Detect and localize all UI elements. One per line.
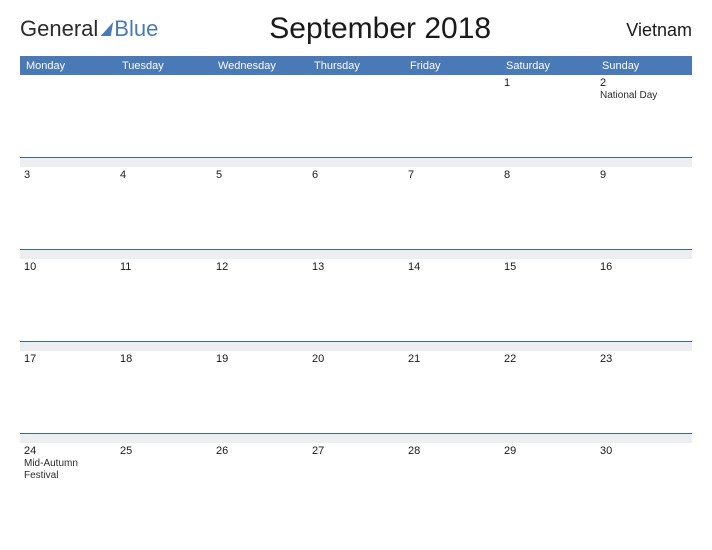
dayname: Friday <box>404 57 500 75</box>
day-number: 27 <box>312 445 400 457</box>
day-number: 9 <box>600 169 688 181</box>
day-cell: 12 <box>212 259 308 341</box>
day-cell: 27 <box>308 443 404 525</box>
day-number: 5 <box>216 169 304 181</box>
day-cell: 26 <box>212 443 308 525</box>
day-cell: 11 <box>116 259 212 341</box>
day-cell: 23 <box>596 351 692 433</box>
week-row: 24Mid-Autumn Festival 25 26 27 28 29 30 <box>20 443 692 525</box>
day-number: 28 <box>408 445 496 457</box>
day-number: 26 <box>216 445 304 457</box>
header: General Blue September 2018 Vietnam <box>20 12 692 46</box>
week-separator <box>20 249 692 259</box>
day-cell: 18 <box>116 351 212 433</box>
day-number: 3 <box>24 169 112 181</box>
dayname: Wednesday <box>212 57 308 75</box>
day-number: 7 <box>408 169 496 181</box>
day-event: National Day <box>600 90 680 102</box>
day-number: 24 <box>24 445 112 457</box>
day-cell: 25 <box>116 443 212 525</box>
day-cell <box>308 75 404 157</box>
calendar: Monday Tuesday Wednesday Thursday Friday… <box>20 56 692 525</box>
brand-logo: General Blue <box>20 12 158 42</box>
day-number: 25 <box>120 445 208 457</box>
day-number: 17 <box>24 353 112 365</box>
day-cell: 14 <box>404 259 500 341</box>
day-event: Mid-Autumn Festival <box>24 458 104 481</box>
dayname: Saturday <box>500 57 596 75</box>
dayname: Thursday <box>308 57 404 75</box>
day-number: 12 <box>216 261 304 273</box>
day-cell: 19 <box>212 351 308 433</box>
dayname: Sunday <box>596 57 692 75</box>
day-cell: 2National Day <box>596 75 692 157</box>
week-row: 1 2National Day <box>20 75 692 157</box>
day-number: 22 <box>504 353 592 365</box>
day-number: 18 <box>120 353 208 365</box>
country-label: Vietnam <box>602 12 692 41</box>
day-cell: 16 <box>596 259 692 341</box>
day-number: 13 <box>312 261 400 273</box>
week-separator <box>20 433 692 443</box>
day-number: 2 <box>600 77 688 89</box>
day-cell: 1 <box>500 75 596 157</box>
day-number: 23 <box>600 353 688 365</box>
week-row: 10 11 12 13 14 15 16 <box>20 259 692 341</box>
day-cell: 21 <box>404 351 500 433</box>
day-cell: 29 <box>500 443 596 525</box>
day-cell: 5 <box>212 167 308 249</box>
dayname-row: Monday Tuesday Wednesday Thursday Friday… <box>20 56 692 75</box>
page-title: September 2018 <box>158 12 602 46</box>
day-cell: 15 <box>500 259 596 341</box>
day-number: 14 <box>408 261 496 273</box>
day-cell: 30 <box>596 443 692 525</box>
day-cell: 9 <box>596 167 692 249</box>
day-cell: 24Mid-Autumn Festival <box>20 443 116 525</box>
day-number: 20 <box>312 353 400 365</box>
brand-part1: General <box>20 16 98 42</box>
day-cell: 17 <box>20 351 116 433</box>
day-number: 16 <box>600 261 688 273</box>
day-number: 1 <box>504 77 592 89</box>
day-number: 10 <box>24 261 112 273</box>
week-separator <box>20 341 692 351</box>
week-row: 17 18 19 20 21 22 23 <box>20 351 692 433</box>
day-number: 8 <box>504 169 592 181</box>
day-cell <box>212 75 308 157</box>
day-cell: 13 <box>308 259 404 341</box>
day-cell: 10 <box>20 259 116 341</box>
day-cell: 28 <box>404 443 500 525</box>
day-number: 11 <box>120 261 208 273</box>
day-cell <box>404 75 500 157</box>
day-number: 21 <box>408 353 496 365</box>
day-cell: 20 <box>308 351 404 433</box>
day-cell: 8 <box>500 167 596 249</box>
day-cell: 4 <box>116 167 212 249</box>
dayname: Monday <box>20 57 116 75</box>
day-number: 19 <box>216 353 304 365</box>
day-cell <box>20 75 116 157</box>
week-row: 3 4 5 6 7 8 9 <box>20 167 692 249</box>
day-number: 4 <box>120 169 208 181</box>
day-number: 30 <box>600 445 688 457</box>
day-cell: 22 <box>500 351 596 433</box>
day-cell <box>116 75 212 157</box>
dayname: Tuesday <box>116 57 212 75</box>
brand-part2: Blue <box>114 16 158 42</box>
week-separator <box>20 157 692 167</box>
day-cell: 3 <box>20 167 116 249</box>
day-cell: 6 <box>308 167 404 249</box>
day-cell: 7 <box>404 167 500 249</box>
day-number: 6 <box>312 169 400 181</box>
day-number: 29 <box>504 445 592 457</box>
day-number: 15 <box>504 261 592 273</box>
sail-icon <box>101 22 113 36</box>
